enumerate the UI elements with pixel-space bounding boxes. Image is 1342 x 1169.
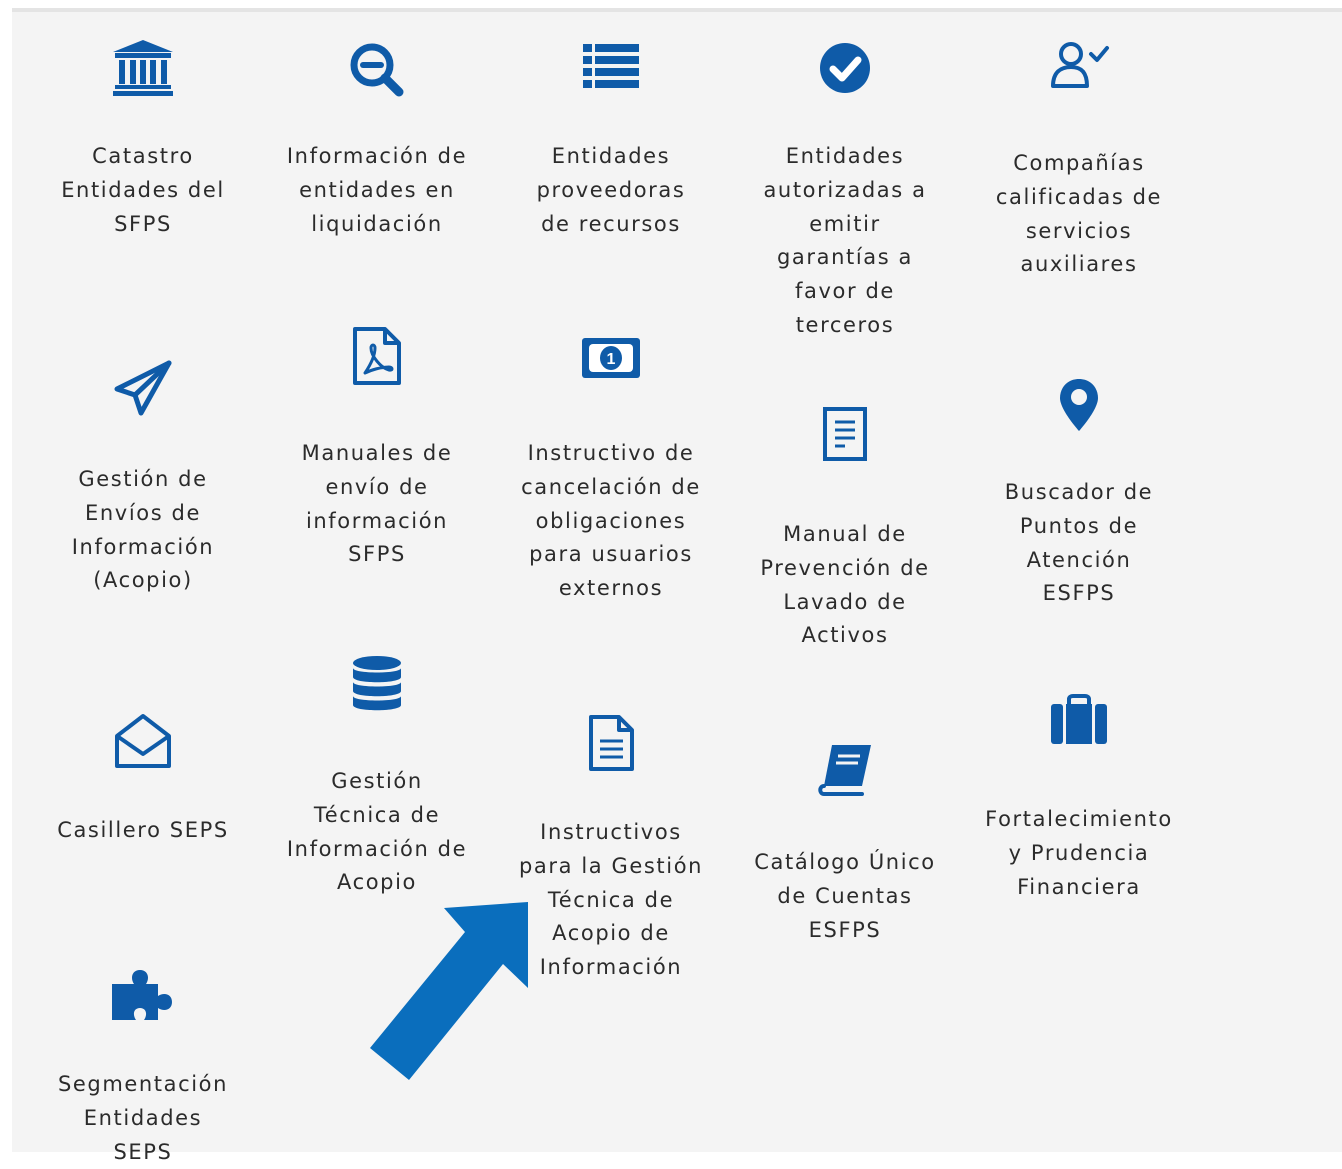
tile-label: Información de entidades en liquidación (286, 144, 468, 236)
tile-catalogo-cuentas[interactable]: Catálogo Único de Cuentas ESFPS (745, 740, 945, 960)
user-check-icon (1051, 42, 1109, 88)
tile-gestion-tecnica[interactable]: Gestión Técnica de Información de Acopio (277, 652, 477, 902)
bank-icon (113, 40, 173, 96)
tile-label: Entidades proveedoras de recursos (536, 144, 686, 236)
tile-label: Entidades autorizadas a emitir garantías… (763, 144, 927, 337)
tile-gestion-envios[interactable]: Gestión de Envíos de Información (Acopio… (43, 357, 243, 607)
puzzle-icon (112, 970, 172, 1020)
book-icon (818, 745, 871, 796)
tile-label: Gestión de Envíos de Información (Acopio… (71, 467, 215, 593)
tile-label: Catastro Entidades del SFPS (61, 144, 225, 236)
svg-text:1: 1 (607, 351, 616, 368)
tile-companias-calificadas[interactable]: Compañías calificadas de servicios auxil… (979, 34, 1179, 284)
tile-entidades-liquidacion[interactable]: Información de entidades en liquidación (277, 34, 477, 244)
zoom-out-icon (350, 43, 404, 97)
paper-plane-icon (114, 360, 172, 416)
tile-fortalecimiento[interactable]: Fortalecimiento y Prudencia Financiera (979, 692, 1179, 912)
tile-instructivos-gestion[interactable]: Instructivos para la Gestión Técnica de … (511, 712, 711, 1002)
list-icon (583, 44, 639, 88)
briefcase-icon (1051, 694, 1107, 744)
tile-segmentacion-entidades[interactable]: Segmentación Entidades SEPS (43, 962, 243, 1164)
tile-label: Instructivos para la Gestión Técnica de … (518, 820, 704, 980)
tile-label: Fortalecimiento y Prudencia Financiera (985, 807, 1173, 899)
tile-label: Instructivo de cancelación de obligacion… (521, 441, 701, 601)
database-icon (353, 656, 401, 711)
tile-entidades-garantias[interactable]: Entidades autorizadas a emitir garantías… (745, 34, 945, 344)
tile-buscador-puntos[interactable]: Buscador de Puntos de Atención ESFPS (979, 372, 1179, 622)
check-circle-icon (820, 43, 870, 93)
map-pin-icon (1060, 379, 1098, 431)
tile-manual-prevencion[interactable]: Manual de Prevención de Lavado de Activo… (745, 404, 945, 654)
file-lines-icon (589, 715, 634, 771)
tile-label: Segmentación Entidades SEPS (57, 1072, 229, 1164)
envelope-open-icon (115, 714, 171, 768)
tile-label: Buscador de Puntos de Atención ESFPS (1004, 480, 1154, 606)
arrow-pointer-icon (370, 902, 528, 1080)
tile-label: Casillero SEPS (57, 818, 229, 842)
document-text-icon (823, 407, 867, 461)
tile-label: Manual de Prevención de Lavado de Activo… (760, 522, 930, 648)
tile-label: Gestión Técnica de Información de Acopio (286, 769, 468, 895)
services-panel: Catastro Entidades del SFPS Información … (12, 8, 1342, 1164)
tile-label: Compañías calificadas de servicios auxil… (995, 151, 1163, 277)
pdf-file-icon (353, 327, 401, 385)
tile-manuales-envio[interactable]: Manuales de envío de información SFPS (277, 324, 477, 574)
tile-catastro-entidades[interactable]: Catastro Entidades del SFPS (43, 34, 243, 244)
money-bill-icon: 1 (582, 338, 640, 378)
tile-instructivo-cancelacion[interactable]: 1 Instructivo de cancelación de obligaci… (511, 324, 711, 604)
tile-casillero-seps[interactable]: Casillero SEPS (43, 710, 243, 860)
tile-label: Catálogo Único de Cuentas ESFPS (754, 850, 936, 942)
tile-entidades-proveedoras[interactable]: Entidades proveedoras de recursos (511, 34, 711, 244)
tile-label: Manuales de envío de información SFPS (301, 441, 453, 567)
